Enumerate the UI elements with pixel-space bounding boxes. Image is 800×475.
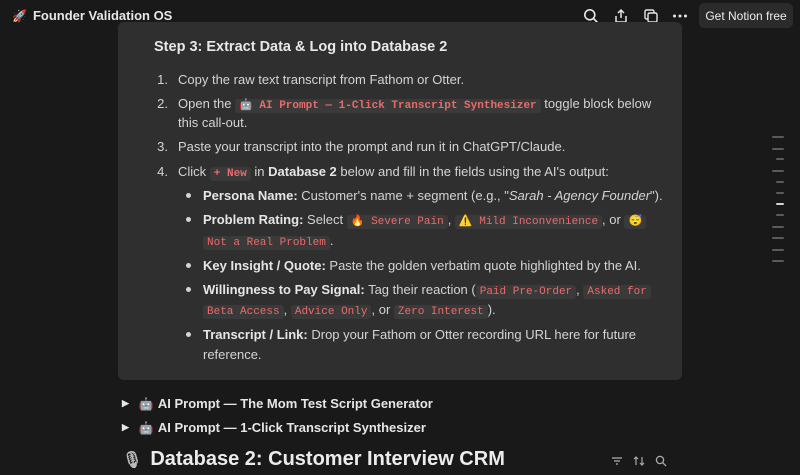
toggle-label: AI Prompt — The Mom Test Script Generato… [157, 396, 433, 411]
bullet [186, 193, 191, 198]
field-willingness-to-pay-continued: Beta Access, Advice Only, or Zero Intere… [203, 301, 496, 321]
rocket-icon: 🚀 [12, 8, 27, 23]
list-item-continued: this call-out. [178, 115, 248, 130]
text: Drop your Fathom or Otter recording URL … [307, 327, 637, 342]
list-item: Click + New in Database 2 below and fill… [178, 163, 609, 183]
tag-severe-pain: 🔥 Severe Pain [346, 215, 448, 229]
bullet [186, 263, 191, 268]
field-key-insight: Key Insight / Quote: Paste the golden ve… [203, 257, 641, 275]
tag-asked-for-beta-access: Asked for [583, 285, 651, 299]
list-number: 2. [157, 96, 168, 111]
tag-mild-inconvenience: ⚠️ Mild Inconvenience [454, 215, 603, 229]
text: , [447, 212, 455, 227]
bold-text: Database 2 [268, 164, 337, 179]
tag-paid-pre-order: Paid Pre-Order [475, 285, 577, 299]
list-number: 1. [157, 72, 168, 87]
field-persona: Persona Name: Customer's name + segment … [203, 187, 663, 205]
inline-code: + New [209, 167, 251, 181]
toggle-mom-test-script[interactable]: ▶ 🤖 AI Prompt — The Mom Test Script Gene… [122, 396, 433, 411]
field-label: Problem Rating: [203, 212, 304, 227]
text: , or [371, 302, 394, 317]
tag-beta-access: Beta Access [203, 305, 284, 319]
database-title-text: Database 2: Customer Interview CRM [150, 448, 505, 470]
text: "). [650, 188, 663, 203]
list-item: Paste your transcript into the prompt an… [178, 139, 566, 154]
search-icon[interactable] [654, 454, 668, 468]
field-label: Persona Name: [203, 188, 298, 203]
text: toggle block below [540, 96, 652, 111]
bullet [186, 217, 191, 222]
text: Open the [178, 96, 236, 111]
toc-marker[interactable] [772, 237, 784, 239]
filter-icon[interactable] [610, 454, 624, 468]
text: Select [303, 212, 347, 227]
sleeping-face-emoji: 😴 [624, 215, 647, 229]
field-transcript-link: Transcript / Link: Drop your Fathom or O… [203, 326, 636, 344]
toc-marker[interactable] [776, 192, 784, 194]
list-item: Open the 🤖 AI Prompt — 1-Click Transcrip… [178, 95, 651, 115]
toc-marker[interactable] [772, 260, 784, 262]
tag-zero-interest: Zero Interest [393, 305, 488, 319]
triangle-right-icon[interactable]: ▶ [122, 422, 129, 433]
microphone-icon: 🎙 [122, 451, 143, 469]
toc-marker[interactable] [772, 136, 784, 138]
field-transcript-link-continued: reference. [203, 347, 262, 362]
page-title: Founder Validation OS [32, 8, 173, 23]
toc-marker[interactable] [772, 249, 784, 251]
toggle-label: AI Prompt — 1-Click Transcript Synthesiz… [157, 420, 426, 435]
sort-icon[interactable] [632, 454, 646, 468]
toc-marker-active[interactable] [776, 203, 784, 205]
get-notion-button[interactable]: Get Notion free [699, 3, 793, 28]
field-problem-rating-continued: Not a Real Problem. [203, 232, 333, 252]
database-title[interactable]: 🎙 Database 2: Customer Interview CRM [122, 448, 505, 471]
list-item: Copy the raw text transcript from Fathom… [178, 72, 465, 87]
text: . [329, 233, 334, 248]
text: Customer's name + segment (e.g., " [297, 188, 509, 203]
field-label: Transcript / Link: [203, 327, 308, 342]
field-willingness-to-pay: Willingness to Pay Signal: Tag their rea… [203, 281, 651, 301]
text: Tag their reaction ( [364, 282, 476, 297]
example-text: Sarah - Agency Founder [508, 188, 651, 203]
inline-code: 🤖 AI Prompt — 1-Click Transcript Synthes… [235, 99, 541, 113]
toc-marker[interactable] [772, 226, 784, 228]
toc-marker[interactable] [776, 214, 784, 216]
list-number: 3. [157, 139, 168, 154]
text: Paste the golden verbatim quote highligh… [325, 258, 641, 273]
field-problem-rating: Problem Rating: Select 🔥 Severe Pain, ⚠️… [203, 211, 647, 231]
tag-not-a-real-problem: Not a Real Problem [203, 236, 330, 250]
text: Click [178, 164, 210, 179]
bullet [186, 287, 191, 292]
breadcrumb[interactable]: 🚀 Founder Validation OS [12, 8, 172, 23]
step-title: Step 3: Extract Data & Log into Database… [154, 39, 448, 55]
text: below and fill in the fields using the A… [336, 164, 609, 179]
tag-advice-only: Advice Only [290, 305, 372, 319]
list-number: 4. [157, 164, 168, 179]
toc-marker[interactable] [772, 148, 784, 150]
toggle-transcript-synthesizer[interactable]: ▶ 🤖 AI Prompt — 1-Click Transcript Synth… [122, 420, 426, 435]
bullet [186, 332, 191, 337]
triangle-right-icon[interactable]: ▶ [122, 398, 129, 409]
field-label: Key Insight / Quote: [203, 258, 326, 273]
robot-icon: 🤖 [138, 396, 154, 411]
toc-marker[interactable] [772, 170, 784, 172]
text: ). [487, 302, 496, 317]
toc-marker[interactable] [776, 181, 784, 183]
text: in [250, 164, 269, 179]
toc-marker[interactable] [776, 158, 784, 160]
field-label: Willingness to Pay Signal: [203, 282, 365, 297]
robot-icon: 🤖 [138, 420, 154, 435]
text: , or [602, 212, 625, 227]
